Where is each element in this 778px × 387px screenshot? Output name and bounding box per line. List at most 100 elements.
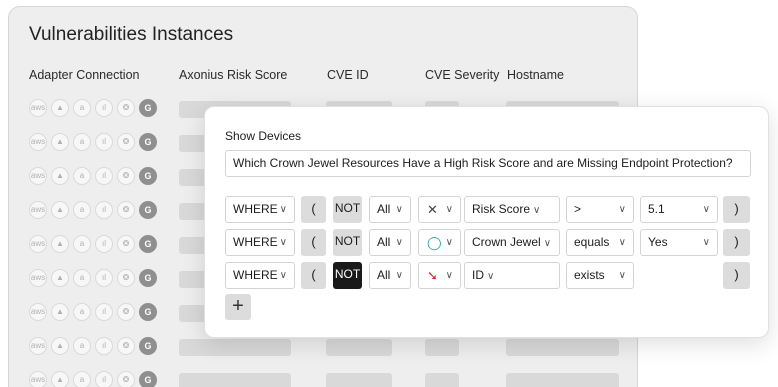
globe-icon: G [139, 337, 157, 355]
column-header-hostname[interactable]: Hostname [507, 68, 564, 82]
azure-icon: ▲ [51, 371, 69, 387]
globe-icon: G [139, 235, 157, 253]
scope-select[interactable]: All ∨ [369, 196, 411, 223]
table-title: Vulnerabilities Instances [29, 24, 234, 45]
where-select[interactable]: WHERE ∨ [225, 196, 295, 223]
operator-select[interactable]: exists ∨ [566, 262, 634, 289]
field-select-label: Crown Jewel [472, 235, 541, 249]
bars-icon: ıl [95, 133, 113, 151]
table-row[interactable]: aws ▲ a ıl ❂ G [9, 337, 639, 359]
field-select[interactable]: Risk Score ∨ [464, 196, 560, 223]
chevron-down-icon: ∨ [533, 205, 541, 216]
filter-row: WHERE ∨(NOT All ∨ ∨ ✕ Risk Score ∨ > ∨ 5.1 ∨) [225, 196, 755, 223]
filter-row: WHERE ∨( NOT All ∨ ∨ ➘ ID ∨ exists ∨) [225, 262, 755, 289]
aws-icon: aws [29, 337, 47, 355]
globe-icon: G [139, 133, 157, 151]
where-select[interactable]: WHERE ∨ [225, 262, 295, 289]
chevron-down-icon: ∨ [618, 204, 626, 215]
globe-icon: G [139, 269, 157, 287]
close-paren-button[interactable]: ) [723, 262, 750, 289]
adapter-icons: aws ▲ a ıl ❂ G [29, 337, 157, 355]
close-paren-button[interactable]: ) [723, 196, 750, 223]
azure-icon: ▲ [51, 303, 69, 321]
badge-icon: ❂ [117, 371, 135, 387]
scope-select[interactable]: All ∨ [369, 229, 411, 256]
badge-icon: ❂ [117, 303, 135, 321]
column-header-cve-id[interactable]: CVE ID [327, 68, 369, 82]
close-paren-button[interactable]: ) [723, 229, 750, 256]
open-paren-button[interactable]: ( [301, 262, 326, 289]
chevron-down-icon: ∨ [445, 204, 453, 215]
aws-icon: aws [29, 167, 47, 185]
bars-icon: ıl [95, 167, 113, 185]
badge-icon: ❂ [117, 235, 135, 253]
field-select[interactable]: Crown Jewel ∨ [464, 229, 560, 256]
add-filter-button[interactable]: + [225, 294, 251, 320]
not-toggle[interactable]: NOT [333, 262, 362, 289]
column-header-adapter-connection[interactable]: Adapter Connection [29, 68, 140, 82]
value-select[interactable]: Yes ∨ [640, 229, 718, 256]
not-toggle[interactable]: NOT [333, 229, 362, 256]
adapter-icons: aws ▲ a ıl ❂ G [29, 133, 157, 151]
open-paren-button-label: ( [311, 234, 316, 249]
where-select-label: WHERE [233, 202, 278, 216]
adapter-icons: aws ▲ a ıl ❂ G [29, 167, 157, 185]
adapter-select[interactable]: ∨ ➘ [418, 262, 461, 289]
open-paren-button[interactable]: ( [301, 196, 326, 223]
bars-icon: ıl [95, 337, 113, 355]
aws-icon: aws [29, 269, 47, 287]
field-select-label: ID [472, 268, 484, 282]
badge-icon: ❂ [117, 167, 135, 185]
filter-row: WHERE ∨(NOT All ∨ ∨ ◯ Crown Jewel ∨ equals ∨ Yes ∨) [225, 229, 755, 256]
azure-icon: ▲ [51, 235, 69, 253]
operator-select[interactable]: equals ∨ [566, 229, 634, 256]
globe-icon: G [139, 99, 157, 117]
adapter-select[interactable]: ∨ ✕ [418, 196, 461, 223]
amazon-icon: a [73, 235, 91, 253]
bars-icon: ıl [95, 201, 113, 219]
operator-select[interactable]: > ∨ [566, 196, 634, 223]
chevron-down-icon: ∨ [395, 237, 403, 248]
chevron-down-icon: ∨ [395, 270, 403, 281]
not-toggle[interactable]: NOT [333, 196, 362, 223]
amazon-icon: a [73, 133, 91, 151]
operator-select-label: exists [574, 268, 605, 282]
bars-icon: ıl [95, 99, 113, 117]
aws-icon: aws [29, 99, 47, 117]
value-select-label: 5.1 [648, 202, 665, 216]
where-select[interactable]: WHERE ∨ [225, 229, 295, 256]
azure-icon: ▲ [51, 99, 69, 117]
query-input[interactable]: Which Crown Jewel Resources Have a High … [225, 150, 751, 177]
table-row[interactable]: aws ▲ a ıl ❂ G [9, 371, 639, 387]
scope-select-label: All [377, 268, 391, 282]
adapter-icons: aws ▲ a ıl ❂ G [29, 371, 157, 387]
not-toggle-label: NOT [334, 267, 361, 281]
bars-icon: ıl [95, 269, 113, 287]
close-paren-button-label: ) [734, 267, 739, 282]
adapter-icons: aws ▲ a ıl ❂ G [29, 201, 157, 219]
where-select-label: WHERE [233, 268, 278, 282]
scope-select[interactable]: All ∨ [369, 262, 411, 289]
chevron-down-icon: ∨ [395, 204, 403, 215]
bars-icon: ıl [95, 235, 113, 253]
ring-icon: ◯ [427, 235, 442, 250]
where-select-label: WHERE [233, 235, 278, 249]
aws-icon: aws [29, 133, 47, 151]
chevron-down-icon: ∨ [702, 204, 710, 215]
adapter-icons: aws ▲ a ıl ❂ G [29, 303, 157, 321]
chevron-down-icon: ∨ [702, 237, 710, 248]
open-paren-button[interactable]: ( [301, 229, 326, 256]
azure-icon: ▲ [51, 167, 69, 185]
chevron-down-icon: ∨ [445, 237, 453, 248]
adapter-icons: aws ▲ a ıl ❂ G [29, 235, 157, 253]
azure-icon: ▲ [51, 337, 69, 355]
adapter-select[interactable]: ∨ ◯ [418, 229, 461, 256]
value-select[interactable]: 5.1 ∨ [640, 196, 718, 223]
globe-icon: G [139, 371, 157, 387]
globe-icon: G [139, 167, 157, 185]
hostname-cell [506, 373, 619, 387]
column-header-risk-score[interactable]: Axonius Risk Score [179, 68, 287, 82]
column-header-cve-severity[interactable]: CVE Severity [425, 68, 499, 82]
field-select-label: Risk Score [472, 202, 531, 216]
field-select[interactable]: ID ∨ [464, 262, 560, 289]
